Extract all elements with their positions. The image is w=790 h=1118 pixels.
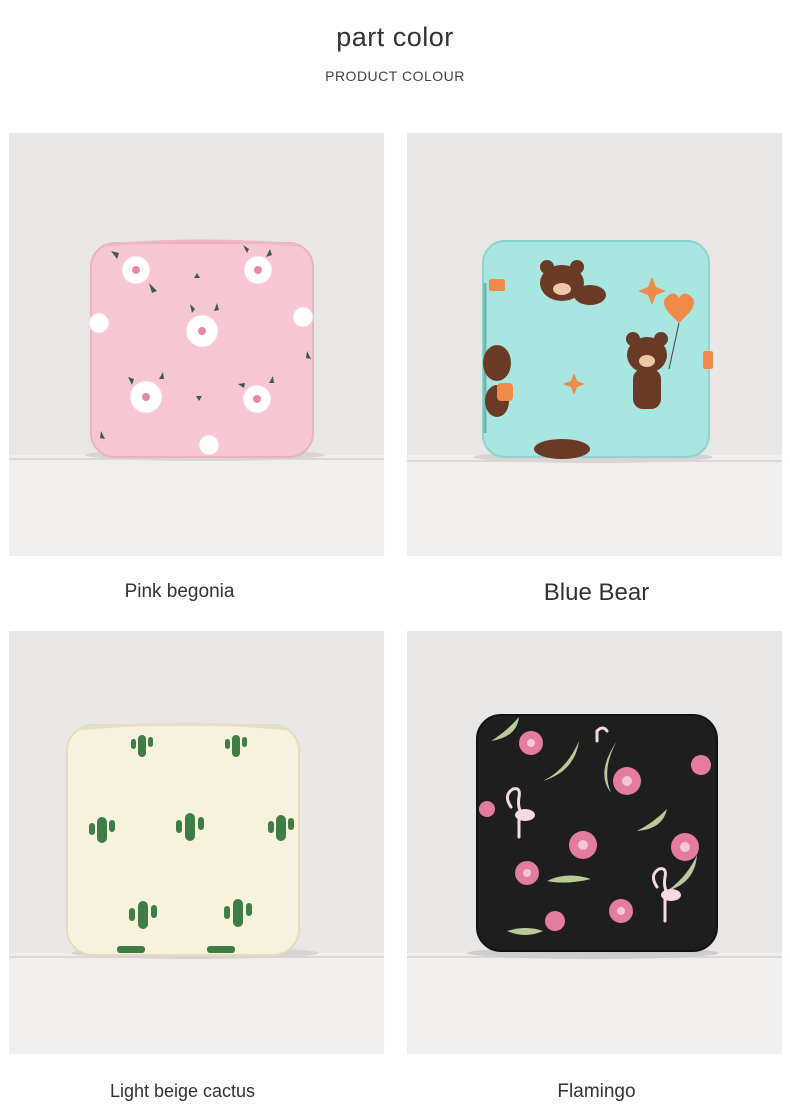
product-image-pink-begonia[interactable] [9, 133, 384, 556]
product-image-blue-bear[interactable] [407, 133, 782, 556]
page-subtitle: PRODUCT COLOUR [325, 68, 465, 84]
product-image-light-beige-cactus[interactable] [9, 631, 384, 1054]
product-image-flamingo[interactable] [407, 631, 782, 1054]
product-name-flamingo: Flamingo [557, 1081, 636, 1102]
product-name-pink-begonia: Pink begonia [124, 581, 235, 602]
page-title: part color [336, 22, 454, 52]
product-name-light-beige-cactus: Light beige cactus [109, 1081, 256, 1101]
product-name-blue-bear: Blue Bear [543, 579, 650, 606]
